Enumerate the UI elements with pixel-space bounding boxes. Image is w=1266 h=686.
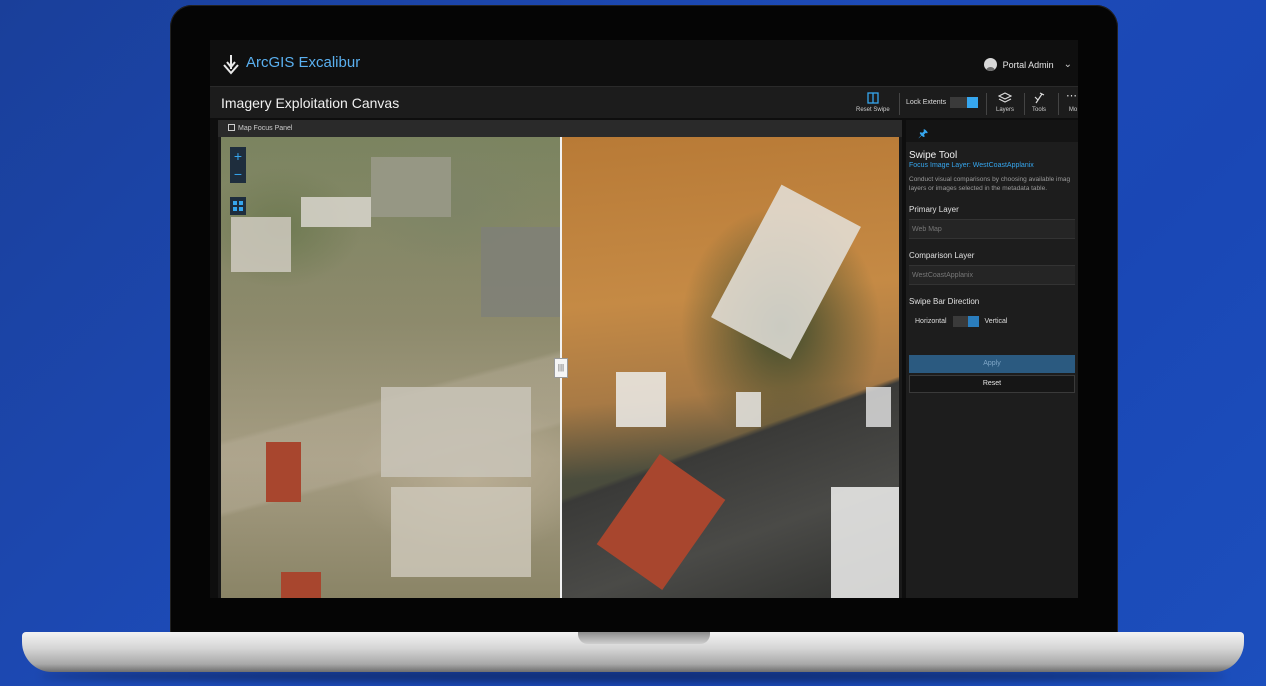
toolbar-divider: [986, 93, 987, 115]
building: [831, 487, 899, 598]
apply-button[interactable]: Apply: [909, 355, 1075, 373]
comparison-layer-select[interactable]: WestCoastApplanix: [909, 265, 1075, 285]
description-line: Conduct visual comparisons by choosing a…: [909, 176, 1071, 183]
zoom-out-icon[interactable]: −: [234, 165, 242, 183]
reset-swipe-button[interactable]: Reset Swipe: [856, 91, 890, 113]
tools-icon: [1034, 92, 1045, 104]
primary-layer-label: Primary Layer: [909, 205, 959, 214]
laptop-notch: [578, 632, 710, 644]
toolbar-divider: [1058, 93, 1059, 115]
building: [371, 157, 451, 217]
grid-icon[interactable]: [230, 197, 246, 215]
swipe-direction-toggle[interactable]: Horizontal Vertical: [909, 316, 1075, 327]
building: [381, 387, 531, 477]
primary-layer-select[interactable]: Web Map: [909, 219, 1075, 239]
lock-extents-switch[interactable]: [950, 97, 979, 108]
swipe-tool-description: Conduct visual comparisons by choosing a…: [909, 175, 1075, 193]
app-screen: ArcGIS Excalibur Portal Admin ⌄ Imagery …: [210, 40, 1078, 598]
tools-button[interactable]: Tools: [1032, 91, 1046, 113]
more-button[interactable]: ⋯ Mo: [1066, 90, 1078, 114]
tools-label: Tools: [1032, 107, 1047, 113]
primary-layer-imagery: [221, 137, 561, 598]
focus-layer-link[interactable]: Focus Image Layer: WestCoastApplanix: [909, 162, 1075, 169]
map-view[interactable]: ||| + −: [221, 137, 899, 598]
zoom-in-icon[interactable]: +: [234, 147, 242, 165]
vertical-label: Vertical: [984, 318, 1008, 325]
brand-name[interactable]: ArcGIS Excalibur: [246, 54, 360, 71]
page-title: Imagery Exploitation Canvas: [221, 95, 400, 111]
layers-label: Layers: [996, 107, 1015, 113]
reset-button[interactable]: Reset: [909, 375, 1075, 393]
building: [481, 227, 561, 317]
reset-swipe-label: Reset Swipe: [856, 107, 890, 113]
avatar-icon: [983, 58, 997, 71]
pin-icon[interactable]: 🖈: [918, 125, 928, 144]
toolbar-divider: [1024, 93, 1025, 115]
reset-swipe-icon: [867, 92, 879, 104]
red-roof: [266, 442, 301, 502]
swipe-direction-label: Swipe Bar Direction: [909, 297, 980, 306]
red-roof: [596, 454, 726, 590]
app-header: ArcGIS Excalibur Portal Admin ⌄: [210, 40, 1078, 86]
user-menu[interactable]: Portal Admin ⌄: [983, 58, 1072, 71]
direction-switch[interactable]: [952, 316, 979, 327]
chevron-down-icon: ⌄: [1063, 59, 1072, 70]
building: [616, 372, 666, 427]
building: [301, 197, 371, 227]
building: [866, 387, 891, 427]
building: [711, 184, 861, 360]
comparison-layer-imagery: [561, 137, 899, 598]
horizontal-label: Horizontal: [915, 318, 947, 325]
layers-button[interactable]: Layers: [996, 91, 1014, 113]
building: [736, 392, 761, 427]
toolbar-divider: [899, 93, 900, 115]
canvas-toolbar: Imagery Exploitation Canvas Reset Swipe …: [210, 86, 1078, 118]
excalibur-logo-icon[interactable]: [220, 53, 242, 75]
swipe-tool-panel: 🖈 Swipe Tool Focus Image Layer: WestCoas…: [906, 120, 1078, 598]
more-label: Mo: [1068, 107, 1078, 113]
more-icon: ⋯: [1066, 90, 1077, 102]
swipe-tool-title: Swipe Tool: [909, 150, 958, 161]
panel-header: Map Focus Panel: [218, 120, 902, 137]
description-line: layers or images selected in the metadat…: [909, 185, 1048, 192]
swipe-handle-icon[interactable]: |||: [554, 358, 568, 378]
comparison-layer-label: Comparison Layer: [909, 251, 975, 260]
lock-extents-toggle[interactable]: Lock Extents: [906, 97, 979, 108]
layers-icon: [998, 92, 1012, 103]
panel-label: Map Focus Panel: [238, 125, 293, 132]
checkbox-icon[interactable]: [228, 124, 235, 131]
user-name: Portal Admin: [1002, 59, 1054, 70]
map-focus-panel: Map Focus Panel ||| + −: [218, 120, 902, 598]
lock-extents-label: Lock Extents: [906, 99, 947, 106]
building: [391, 487, 531, 577]
red-roof: [281, 572, 321, 598]
side-panel-header: 🖈: [906, 120, 1078, 142]
zoom-control: + −: [230, 147, 246, 183]
building: [231, 217, 291, 272]
